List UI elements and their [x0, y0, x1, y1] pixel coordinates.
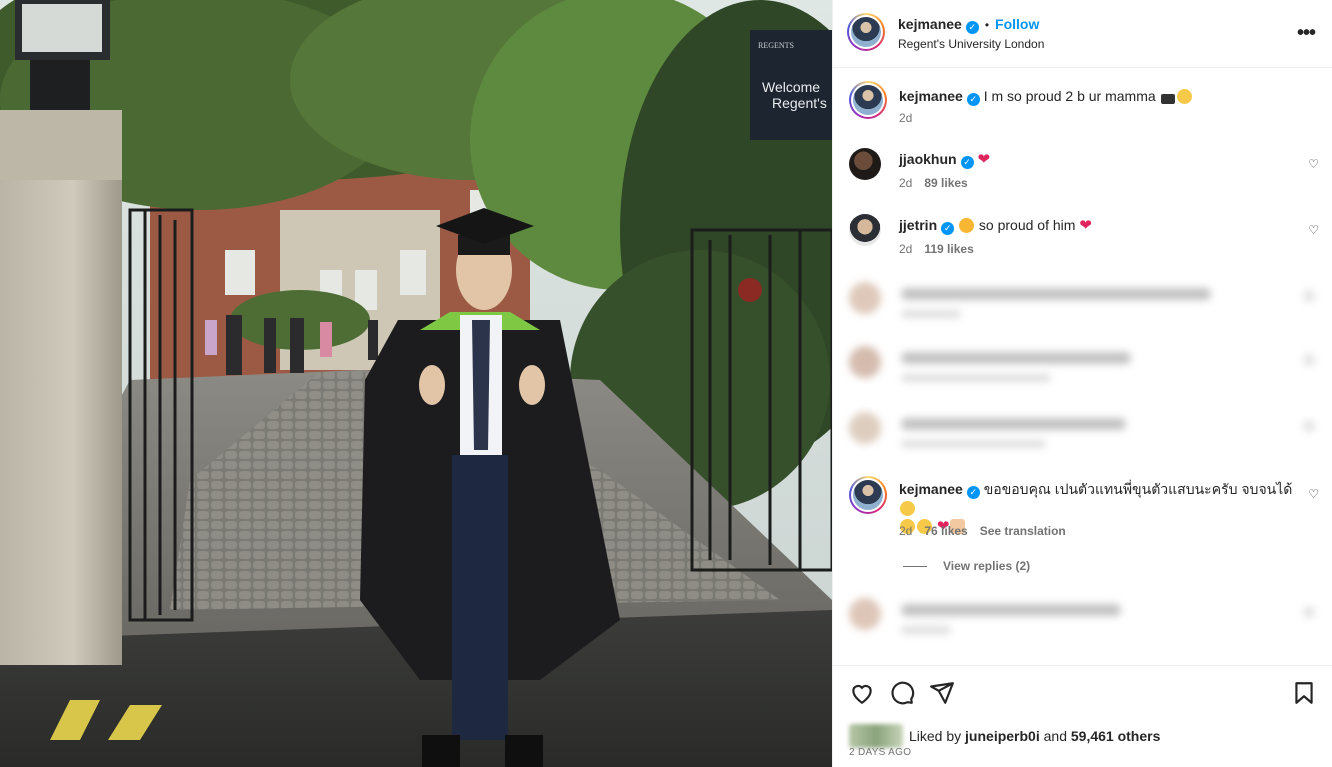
comment-time[interactable]: 2d: [899, 524, 912, 538]
caption: kejmanee ✓ I m so proud 2 b ur mamma 2d: [849, 81, 1319, 131]
caption-text: I m so proud 2 b ur mamma: [983, 88, 1156, 104]
comment-meta: 2d 89 likes: [899, 176, 980, 190]
comment-text-line: jjetrin ✓ so proud of him ❤: [899, 216, 1294, 235]
more-options-icon[interactable]: •••: [1297, 22, 1316, 45]
comment-meta: 2d 119 likes: [899, 242, 986, 256]
comment-text: so proud of him: [978, 217, 1076, 233]
view-replies-label: View replies (2): [943, 559, 1031, 573]
comment-likes[interactable]: 76 likes: [924, 524, 967, 538]
comment-likes[interactable]: 119 likes: [924, 242, 973, 256]
comment-like-heart-icon[interactable]: ♡: [1308, 487, 1319, 501]
comment-username[interactable]: kejmanee: [899, 481, 963, 497]
author-username[interactable]: kejmanee: [898, 16, 962, 32]
graduation-cap-icon: [1160, 94, 1175, 104]
post-location[interactable]: Regent's University London: [898, 37, 1044, 51]
post-footer: Liked by juneiperb0i and 59,461 others 2…: [833, 665, 1332, 767]
caption-username[interactable]: kejmanee: [899, 88, 963, 104]
blurred-comment: [849, 408, 1319, 458]
blurred-comment: [849, 278, 1319, 328]
comment-time[interactable]: 2d: [899, 176, 912, 190]
view-replies-button[interactable]: View replies (2): [903, 559, 1030, 573]
comment-avatar[interactable]: [849, 214, 881, 246]
likes-summary: Liked by juneiperb0i and 59,461 others: [849, 724, 1160, 748]
liked-by-avatar[interactable]: [849, 724, 903, 748]
action-bar: [849, 680, 1317, 706]
smiling-hearts-emoji-icon: [959, 218, 975, 233]
author-avatar[interactable]: [847, 13, 885, 51]
caption-text-line: kejmanee ✓ I m so proud 2 b ur mamma: [899, 87, 1294, 106]
liked-by-username[interactable]: juneiperb0i: [965, 728, 1040, 744]
blurred-comment: [849, 342, 1319, 392]
comment-item: jjetrin ✓ so proud of him ❤ 2d 119 likes ♡: [849, 214, 1319, 260]
red-heart-emoji-icon: ❤: [1079, 217, 1092, 234]
caption-avatar[interactable]: [849, 81, 887, 119]
liked-by-and: and: [1043, 728, 1067, 744]
comment-username[interactable]: jjaokhun: [899, 151, 957, 167]
bookmark-icon[interactable]: [1291, 680, 1317, 706]
verified-badge-icon: ✓: [941, 222, 955, 235]
comment-like-heart-icon[interactable]: ♡: [1308, 223, 1319, 237]
comment-username[interactable]: jjetrin: [899, 217, 937, 233]
comment-likes[interactable]: 89 likes: [924, 176, 967, 190]
comment-item: kejmanee ✓ ขอขอบคุณ เปนตัวแทนพี่ขุนตัวแสบ…: [849, 476, 1319, 546]
heart-icon[interactable]: [849, 680, 875, 706]
post-timestamp[interactable]: 2 DAYS AGO: [849, 747, 911, 758]
sign-regents: Regent's: [772, 95, 827, 111]
smiling-face-icon: [1176, 89, 1192, 104]
blurred-comment: [849, 594, 1319, 644]
comment-text-line: jjaokhun ✓ ❤: [899, 150, 1294, 169]
comment-like-heart-icon[interactable]: ♡: [1308, 157, 1319, 171]
liked-by-others[interactable]: 59,461 others: [1071, 728, 1161, 744]
post-sidebar: kejmanee ✓ • Follow Regent's University Lon…: [832, 0, 1332, 767]
caption-meta: 2d: [899, 111, 924, 125]
graduation-photo: REGENTS Welcome Regent's: [0, 0, 832, 767]
comment-avatar[interactable]: [849, 148, 881, 180]
comment-icon[interactable]: [889, 680, 915, 706]
separator-dot: •: [984, 18, 990, 32]
red-heart-emoji-icon: ❤: [977, 151, 991, 168]
comment-meta: 2d 76 likes See translation: [899, 524, 1078, 538]
liked-by-prefix: Liked by: [909, 728, 962, 744]
send-icon[interactable]: [929, 680, 955, 706]
follow-button[interactable]: Follow: [995, 16, 1039, 32]
comment-time[interactable]: 2d: [899, 242, 912, 256]
post-header: kejmanee ✓ • Follow Regent's University Lon…: [833, 0, 1332, 68]
comment-avatar[interactable]: [849, 476, 887, 514]
laughing-emoji-icon: [900, 501, 915, 516]
verified-badge-icon: ✓: [966, 486, 980, 499]
replies-divider-line: [903, 566, 927, 568]
caption-time[interactable]: 2d: [899, 111, 912, 125]
verified-badge-icon: ✓: [965, 21, 979, 34]
verified-badge-icon: ✓: [960, 156, 974, 169]
verified-badge-icon: ✓: [966, 93, 980, 106]
post-photo[interactable]: REGENTS Welcome Regent's: [0, 0, 832, 767]
sign-brand: REGENTS: [758, 41, 794, 50]
comment-item: jjaokhun ✓ ❤ 2d 89 likes ♡: [849, 148, 1319, 194]
sign-welcome: Welcome: [762, 79, 820, 95]
comment-text: ขอขอบคุณ เปนตัวแทนพี่ขุนตัวแสบนะครับ จบจ…: [983, 481, 1293, 497]
see-translation-link[interactable]: See translation: [980, 524, 1066, 538]
author-line: kejmanee ✓ • Follow: [898, 16, 1039, 34]
